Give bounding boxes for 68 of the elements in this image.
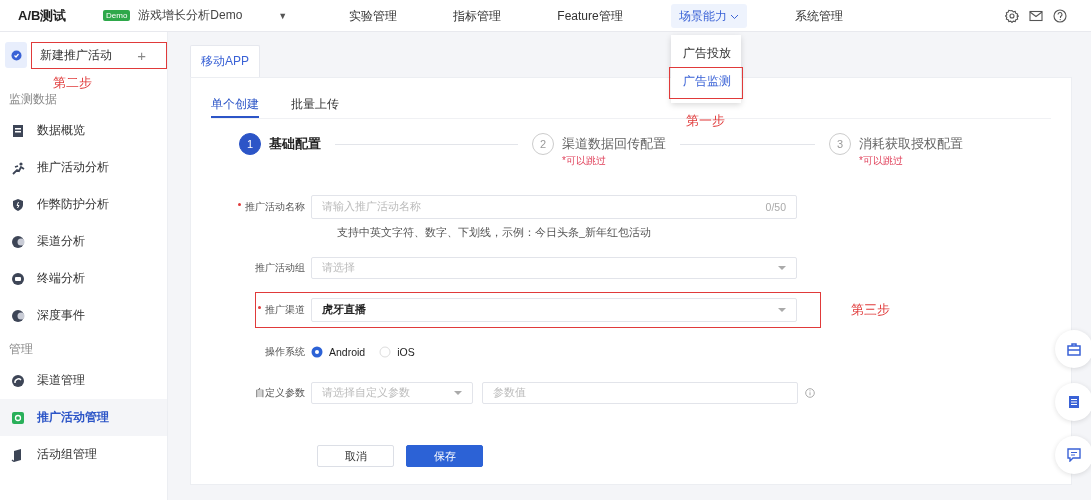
cancel-button[interactable]: 取消 [317,445,394,467]
nav-item[interactable]: 系统管理 [786,3,851,28]
step-note: *可以跳过 [562,155,607,167]
platform-tab[interactable]: 移动APP [190,45,260,77]
help-text: 支持中英文字符、数字、下划线，示例：今日头条_新年红包活动 [337,226,652,240]
caret-down-icon [454,391,462,395]
caret-down-icon [778,308,786,312]
project-dropdown-caret[interactable]: ▼ [278,10,339,21]
crescent-icon [11,308,25,323]
save-button[interactable]: 保存 [406,445,483,467]
radio-option[interactable]: Android [311,346,366,358]
settings-icon[interactable] [1005,8,1019,23]
annotation-label: 第二步 [53,74,92,92]
project-selector[interactable]: 游戏增长分析Demo [138,7,279,24]
step-title: 消耗获取授权配置 [859,137,963,151]
shield-icon [11,197,25,212]
nav-item[interactable]: Feature管理 [549,3,631,28]
step-note: *可以跳过 [859,155,904,167]
sidebar-item[interactable]: 推广活动分析 [0,149,167,186]
demo-badge: Demo [103,10,131,21]
sidebar-item[interactable]: 活动组管理 [0,436,167,473]
crescent-icon [11,234,25,249]
radio-option[interactable]: iOS [379,346,415,358]
info-icon [805,388,815,398]
toolbox-button[interactable] [1055,330,1091,368]
mode-tab[interactable]: 单个创建 [211,78,259,118]
field-label: 自定义参数 [255,387,305,398]
mode-tab[interactable]: 批量上传 [291,78,339,118]
sidebar-item[interactable]: 数据概览 [0,112,167,149]
annotation-label: 第三步 [851,301,890,319]
list-icon [11,123,25,138]
sidebar-item[interactable]: 终端分析 [0,260,167,297]
sidebar-item[interactable]: 推广活动管理 [0,399,167,436]
new-activity-button[interactable]: 新建推广活动 + [31,41,167,69]
flower-icon [11,410,25,425]
logo-text: A/B测试 [18,6,68,25]
help-icon[interactable] [1053,8,1067,23]
caret-down-icon [778,266,786,270]
section-title: 监测数据 [8,91,58,108]
feedback-button[interactable] [1055,436,1091,474]
nav-item[interactable]: 实验管理 [341,3,406,28]
sidebar-item[interactable]: 作弊防护分析 [0,186,167,223]
chat-icon [1067,448,1081,462]
document-button[interactable] [1055,383,1091,421]
field-label: 推广渠道 [265,304,305,315]
toolbox-icon [1067,342,1081,356]
select-field[interactable]: 虎牙直播 [311,298,797,322]
sidebar-item[interactable]: 渠道管理 [0,362,167,399]
menu-item[interactable]: 广告投放 [670,38,741,67]
step-title: 基础配置 [269,137,321,151]
step-number: 1 [239,133,261,155]
gauge-icon [11,373,25,388]
runner-icon [11,160,25,175]
annotation-label: 第一步 [685,111,725,130]
field-label: 操作系统 [265,346,305,357]
section-title: 管理 [8,341,34,358]
nav-item[interactable]: 指标管理 [445,3,510,28]
sidebar-item[interactable]: 渠道分析 [0,223,167,260]
field-label: 推广活动名称 [245,201,305,212]
char-counter: 0/50 [765,201,786,213]
sidebar-item[interactable]: 深度事件 [0,297,167,334]
step-title: 渠道数据回传配置 [562,137,666,151]
field-label: 推广活动组 [255,262,305,273]
chevron-down-icon [729,12,739,20]
document-icon [1067,395,1081,409]
monitor-icon [11,271,25,286]
plus-icon: + [137,46,146,64]
mail-icon[interactable] [1029,8,1043,23]
